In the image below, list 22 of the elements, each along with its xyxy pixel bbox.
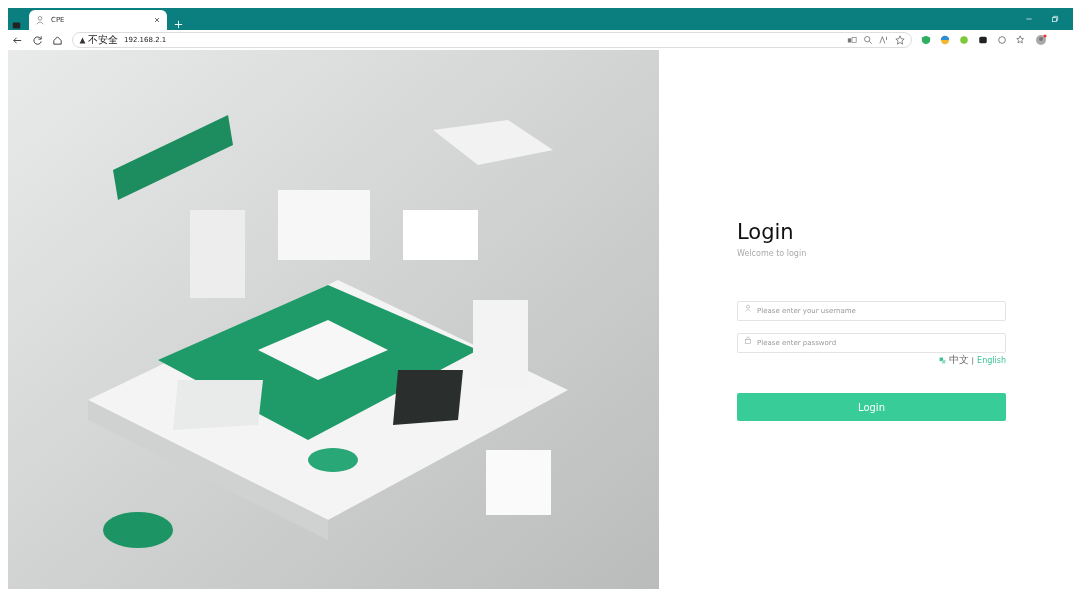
close-icon[interactable]	[153, 16, 161, 24]
colorful-circle-icon[interactable]	[940, 35, 950, 45]
user-icon	[744, 304, 752, 312]
favorites-icon[interactable]	[1016, 35, 1026, 45]
zoom-icon[interactable]	[863, 35, 873, 45]
language-option[interactable]: 中文	[948, 353, 969, 367]
flower-icon[interactable]	[959, 35, 969, 45]
read-aloud-icon[interactable]	[879, 35, 889, 45]
refresh-icon[interactable]	[32, 34, 43, 46]
login-title: Login	[737, 220, 795, 244]
lock-icon	[744, 336, 752, 344]
language-icon	[938, 356, 946, 364]
star-icon[interactable]	[895, 35, 905, 45]
profile-icon[interactable]	[1035, 34, 1047, 46]
user-icon	[35, 15, 45, 25]
security-label: 不安全	[88, 33, 118, 47]
shield-icon[interactable]	[921, 35, 931, 45]
home-icon[interactable]	[52, 34, 63, 46]
warning-icon	[79, 36, 86, 44]
new-tab-icon[interactable]	[173, 19, 184, 30]
translate-icon[interactable]	[847, 35, 857, 45]
welcome-subtitle: Welcome to login	[737, 249, 808, 258]
